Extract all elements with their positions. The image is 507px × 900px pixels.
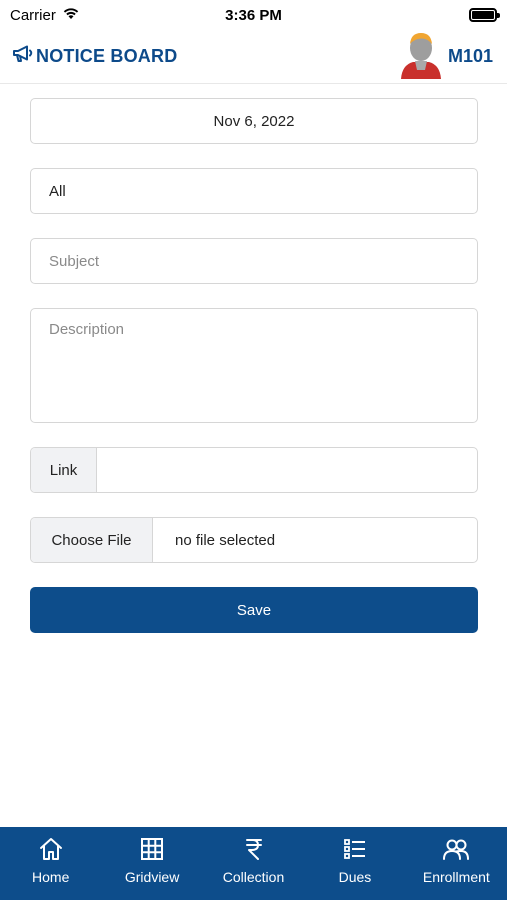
subject-field[interactable]	[30, 238, 478, 284]
subject-input[interactable]	[49, 252, 477, 270]
file-status: no file selected	[175, 531, 276, 549]
avatar[interactable]	[400, 29, 442, 84]
choose-file-button[interactable]: Choose File	[31, 518, 153, 562]
nav-item-enrollment[interactable]: Enrollment	[406, 827, 507, 900]
file-upload: Choose File no file selected	[30, 517, 478, 563]
link-field: Link	[30, 447, 478, 493]
rupee-icon	[240, 835, 268, 869]
user-code: M101	[447, 46, 493, 66]
nav-item-gridview[interactable]: Gridview	[101, 827, 202, 900]
link-label: Link	[31, 448, 97, 492]
description-input[interactable]	[49, 321, 459, 410]
nav-item-home[interactable]: Home	[0, 827, 101, 900]
megaphone-icon	[12, 44, 34, 69]
page-title: NOTICE BOARD	[36, 46, 178, 66]
date-value: Nov 6, 2022	[213, 112, 295, 130]
audience-select[interactable]: All	[30, 168, 478, 214]
home-icon	[37, 835, 65, 869]
date-picker[interactable]: Nov 6, 2022	[30, 98, 478, 144]
audience-value: All	[49, 182, 66, 200]
list-icon	[341, 835, 369, 869]
notice-board-screen: Carrier 3:36 PM NOTICE BOARD M101 Nov 6,…	[0, 0, 507, 900]
battery-icon	[469, 8, 500, 22]
app-header: NOTICE BOARD M101	[0, 30, 507, 84]
status-bar: Carrier 3:36 PM	[0, 0, 507, 30]
bottom-nav: Home Gridview Collection Dues Enrollment	[0, 827, 507, 900]
brand: NOTICE BOARD	[12, 44, 177, 69]
profile[interactable]: M101	[400, 29, 493, 84]
nav-label-home: Home	[32, 869, 70, 885]
nav-label-dues: Dues	[338, 869, 372, 885]
carrier-label: Carrier	[10, 6, 56, 24]
nav-label-collection: Collection	[222, 869, 285, 885]
save-button[interactable]: Save	[30, 587, 478, 633]
wifi-icon	[62, 6, 80, 24]
nav-label-gridview: Gridview	[124, 869, 180, 885]
link-input[interactable]	[97, 448, 477, 492]
description-field[interactable]	[30, 308, 478, 423]
users-icon	[442, 835, 470, 869]
status-left: Carrier	[10, 6, 80, 24]
nav-label-enrollment: Enrollment	[422, 869, 490, 885]
grid-icon	[138, 835, 166, 869]
nav-item-dues[interactable]: Dues	[304, 827, 405, 900]
nav-item-collection[interactable]: Collection	[203, 827, 304, 900]
